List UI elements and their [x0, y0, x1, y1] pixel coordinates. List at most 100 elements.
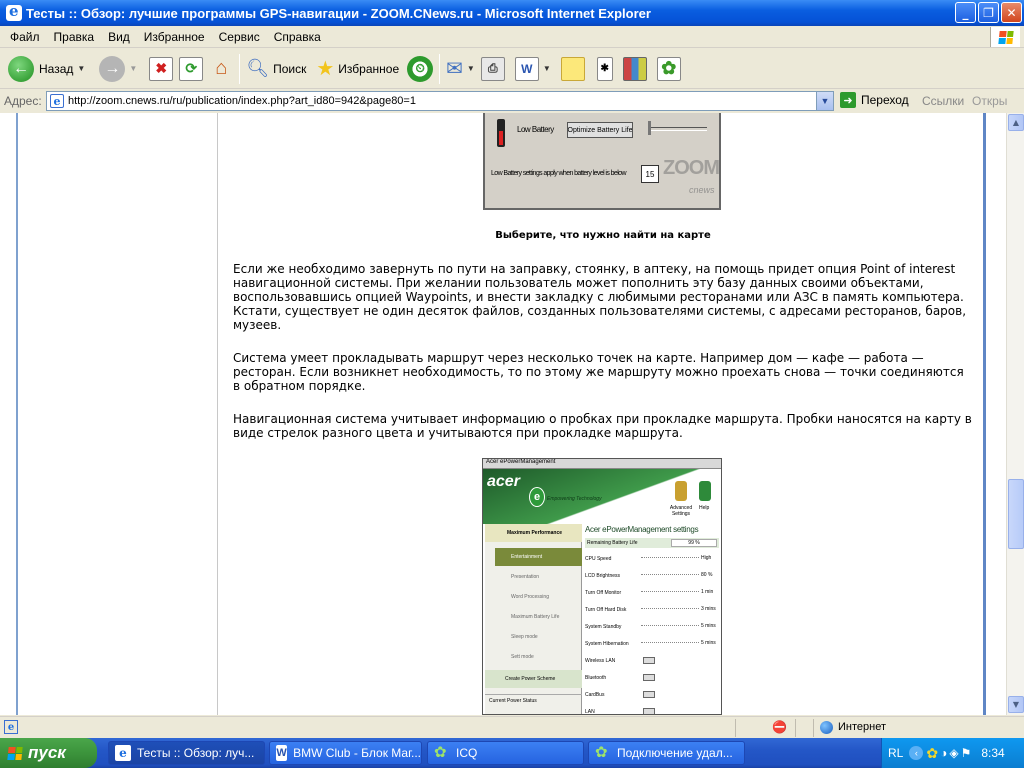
remaining-value: 99 %	[671, 539, 717, 547]
menu-tools[interactable]: Сервис	[212, 30, 267, 44]
page-status-icon: e	[4, 720, 18, 734]
windows-logo-icon	[990, 27, 1020, 47]
go-button[interactable]: ➜ Переход	[840, 92, 909, 108]
vertical-scrollbar[interactable]: ▲ ▼	[1006, 113, 1024, 715]
forward-dropdown-icon[interactable]: ▼	[129, 64, 137, 73]
slider-thumb	[648, 121, 651, 135]
setting-row: LCD Brightness 80 %	[585, 569, 719, 583]
taskbar-item-ie[interactable]: e Тесты :: Обзор: луч...	[108, 741, 265, 765]
minimize-button[interactable]: _	[955, 2, 976, 23]
icq-button[interactable]: ✿	[656, 52, 681, 86]
address-bar: Адрес: e http://zoom.cnews.ru/ru/publica…	[0, 90, 1024, 112]
status-cell	[735, 719, 765, 737]
menu-edit[interactable]: Правка	[47, 30, 102, 44]
tray-flag-icon[interactable]: ⚑	[961, 746, 972, 760]
back-dropdown-icon[interactable]: ▼	[77, 64, 85, 73]
taskbar-item-connection[interactable]: ✿ Подключение удал...	[588, 741, 745, 765]
messenger-button[interactable]: ✱	[596, 52, 613, 86]
edit-dropdown-icon[interactable]: ▼	[543, 64, 551, 73]
address-dropdown-icon[interactable]: ▼	[816, 92, 833, 110]
back-button[interactable]: ← Назад ▼	[8, 52, 85, 86]
mail-icon: ✉	[446, 58, 463, 80]
title-bar: Тесты :: Обзор: лучшие программы GPS-нав…	[0, 0, 1024, 26]
books-icon	[622, 56, 647, 81]
paragraph-3: Навигационная система учитывает информац…	[233, 412, 972, 440]
start-button[interactable]: пуск	[0, 738, 97, 768]
print-button[interactable]: ⎙	[480, 52, 505, 86]
search-label: Поиск	[273, 61, 307, 76]
setting-value: 5 mins	[701, 640, 716, 646]
tray-expand-icon[interactable]: ‹	[909, 746, 924, 760]
clock: 8:34	[981, 746, 1005, 760]
edit-button[interactable]: W ▼	[514, 52, 551, 86]
scroll-thumb[interactable]	[1008, 479, 1024, 549]
tray-network-icon[interactable]: ◑	[940, 746, 947, 760]
setting-row: Bluetooth	[585, 671, 719, 685]
setting-toggle	[643, 708, 655, 714]
language-indicator[interactable]: RL	[888, 746, 903, 760]
optimize-battery-button: Optimize Battery Life	[567, 122, 633, 138]
word-doc-icon: W	[276, 745, 288, 761]
toolbar-separator	[439, 53, 441, 84]
taskbar-item-label: BMW Club - Блок Маг...	[293, 746, 421, 760]
menu-view[interactable]: Вид	[101, 30, 137, 44]
address-input[interactable]: e http://zoom.cnews.ru/ru/publication/in…	[46, 91, 834, 111]
taskbar-item-label: Тесты :: Обзор: луч...	[137, 746, 255, 760]
setting-value: 80 %	[701, 572, 713, 578]
close-button[interactable]: ✕	[1001, 2, 1022, 23]
setting-name: LAN	[585, 709, 595, 715]
setting-toggle	[643, 674, 655, 681]
acer-window-titlebar: Acer ePowerManagement	[483, 459, 721, 469]
remaining-label: Remaining Battery Life	[587, 540, 638, 546]
window-title: Тесты :: Обзор: лучшие программы GPS-нав…	[26, 5, 651, 21]
status-bar: e ⛔ Интернет	[0, 716, 1024, 738]
setting-name: LCD Brightness	[585, 573, 621, 579]
zoom-watermark: ZOOM	[663, 157, 720, 179]
taskbar-item-icq[interactable]: ✿ ICQ	[427, 741, 584, 765]
research-button[interactable]	[622, 52, 647, 86]
cnews-watermark: cnews	[689, 185, 715, 195]
mail-button[interactable]: ✉ ▼	[446, 52, 475, 86]
open-label[interactable]: Откры	[972, 94, 1007, 108]
tray-icq-icon[interactable]: ✿	[926, 745, 938, 762]
current-status-label: Current Power Status	[485, 694, 582, 706]
go-label: Переход	[861, 93, 909, 107]
links-label[interactable]: Ссылки	[922, 94, 964, 108]
tray-volume-icon[interactable]: ◈	[949, 746, 958, 760]
note-icon	[560, 56, 585, 81]
setting-name: System Standby	[585, 624, 622, 630]
printer-icon: ⎙	[480, 56, 505, 81]
back-label: Назад	[39, 61, 74, 76]
favorites-label: Избранное	[338, 61, 400, 76]
icq-flower-icon: ✿	[434, 744, 447, 761]
menu-file[interactable]: Файл	[3, 30, 47, 44]
setting-name: Bluetooth	[585, 675, 607, 681]
restore-button[interactable]: ❐	[978, 2, 999, 23]
refresh-button[interactable]: ⟳	[179, 52, 204, 86]
toolbar-separator	[239, 53, 241, 84]
refresh-icon: ⟳	[179, 56, 204, 81]
page-right-border	[983, 113, 986, 715]
setting-value: 5 mins	[701, 623, 716, 629]
stop-button[interactable]: ✖	[149, 52, 174, 86]
scroll-up-button[interactable]: ▲	[1008, 114, 1024, 131]
setting-slider	[641, 557, 699, 559]
setting-name: Wireless LAN	[585, 658, 616, 664]
settings-title: Acer ePowerManagement settings	[585, 525, 699, 534]
popup-blocked-icon[interactable]: ⛔	[772, 720, 787, 734]
mail-dropdown-icon[interactable]: ▼	[467, 64, 475, 73]
word-icon: W	[514, 56, 539, 81]
taskbar-item-bmw[interactable]: W BMW Club - Блок Маг...	[269, 741, 422, 765]
favorites-button[interactable]: ★ Избранное	[316, 52, 399, 86]
home-button[interactable]: ⌂	[209, 52, 233, 86]
phone-icon: ✱	[596, 56, 613, 81]
back-arrow-icon: ←	[8, 55, 34, 82]
help-icon	[699, 481, 711, 501]
menu-help[interactable]: Справка	[267, 30, 328, 44]
forward-button[interactable]: → ▼	[99, 52, 137, 86]
search-button[interactable]: 🔍︎ Поиск	[246, 52, 306, 86]
notes-button[interactable]	[560, 52, 585, 86]
menu-favorites[interactable]: Избранное	[137, 30, 212, 44]
history-button[interactable]: ⏲	[407, 52, 434, 86]
scroll-down-button[interactable]: ▼	[1008, 696, 1024, 713]
